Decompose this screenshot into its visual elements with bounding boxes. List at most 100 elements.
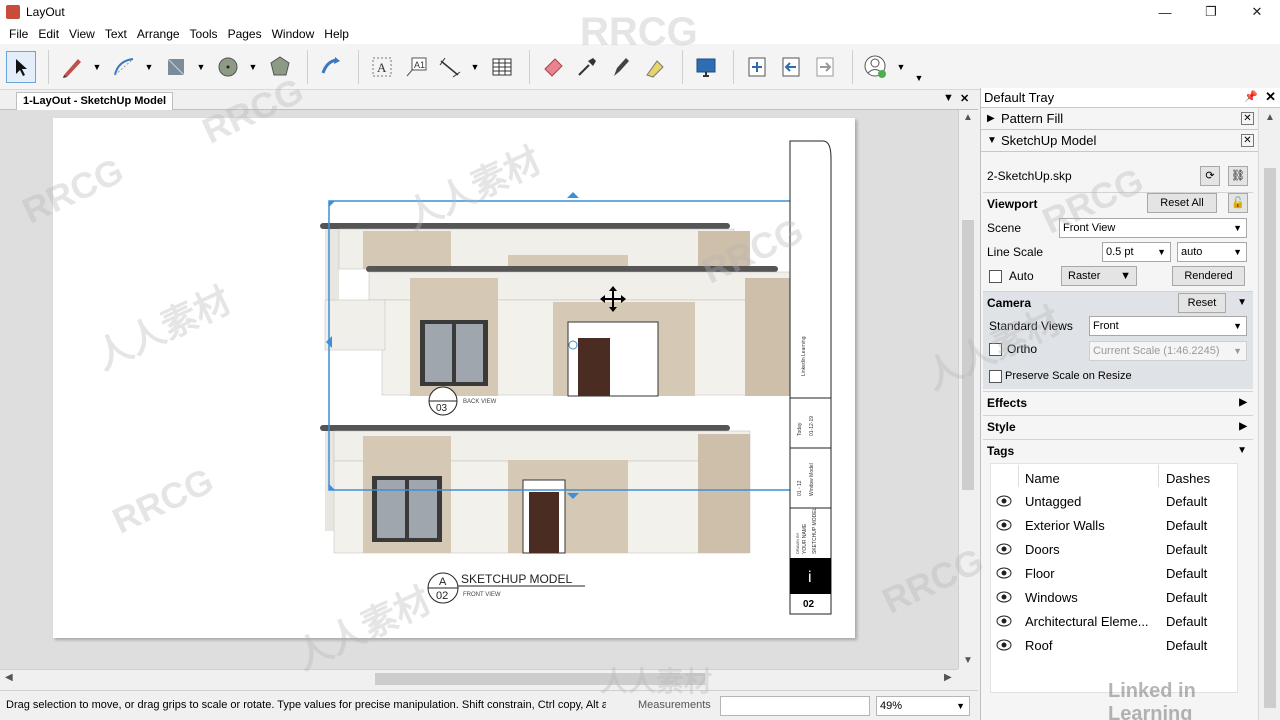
tags-dashes-column-header[interactable]: Dashes [1166,471,1210,486]
document-tab[interactable]: 1-LayOut - SketchUp Model [16,92,174,110]
circle-tool-dropdown[interactable]: ▼ [247,51,259,83]
lock-viewport-button[interactable]: 🔓 [1228,193,1248,213]
scroll-down-icon[interactable]: ▼ [963,655,973,666]
arc-tool-button[interactable] [109,51,139,83]
close-panel-icon[interactable]: ✕ [1241,134,1254,147]
tag-dashes[interactable]: Default [1166,590,1207,605]
ortho-checkbox[interactable] [989,343,1002,356]
render-mode-select[interactable]: Raster ▼ [1061,266,1137,286]
tag-row[interactable]: Architectural Eleme... Default [990,610,1240,634]
menu-window[interactable]: Window [267,27,320,41]
scroll-right-icon[interactable]: ▶ [944,672,952,683]
eye-icon[interactable] [996,567,1012,579]
rectangle-tool-dropdown[interactable]: ▼ [195,51,207,83]
table-tool-button[interactable] [487,51,517,83]
horizontal-scroll-thumb[interactable] [375,673,705,685]
add-page-button[interactable] [742,51,772,83]
menu-arrange[interactable]: Arrange [132,27,185,41]
account-button[interactable] [861,51,891,83]
rectangle-tool-button[interactable] [161,51,191,83]
offset-tool-button[interactable] [316,51,346,83]
tray-scroll-thumb[interactable] [1264,168,1276,708]
measurements-input[interactable] [720,696,870,716]
close-button[interactable]: ✕ [1234,0,1280,24]
close-tray-icon[interactable]: ✕ [1265,89,1276,105]
menu-tools[interactable]: Tools [185,27,223,41]
effects-section[interactable]: Effects ▶ [983,391,1253,413]
tag-dashes[interactable]: Default [1166,518,1207,533]
tag-row[interactable]: Floor Default [990,562,1240,586]
tag-dashes[interactable]: Default [1166,638,1207,653]
circle-tool-button[interactable] [213,51,243,83]
text-tool-button[interactable]: A [367,51,397,83]
vertical-scroll-thumb[interactable] [962,220,974,490]
eye-icon[interactable] [996,615,1012,627]
presentation-button[interactable] [691,51,721,83]
arc-tool-dropdown[interactable]: ▼ [143,51,155,83]
tag-dashes[interactable]: Default [1166,614,1207,629]
previous-page-button[interactable] [776,51,806,83]
dimension-tool-button[interactable] [435,51,465,83]
pin-icon[interactable]: 📌 [1244,90,1258,103]
camera-reset-button[interactable]: Reset [1178,293,1226,313]
line-tool-dropdown[interactable]: ▼ [91,51,103,83]
maximize-button[interactable]: ❐ [1188,0,1234,24]
next-page-button[interactable] [810,51,840,83]
preserve-scale-checkbox[interactable] [989,370,1002,383]
style-section[interactable]: Style ▶ [983,415,1253,437]
menu-pages[interactable]: Pages [223,27,267,41]
menu-file[interactable]: File [4,27,33,41]
dimension-tool-dropdown[interactable]: ▼ [469,51,481,83]
close-document-icon[interactable]: ✕ [960,92,969,105]
sketchup-model-panel-header[interactable]: ▼ SketchUp Model ✕ [981,130,1258,152]
paper-page[interactable]: 03 BACK VIEW A 02 SKETCHUP MODEL FRONT V… [53,118,855,638]
zoom-select[interactable]: 49% ▼ [876,696,970,716]
reset-all-button[interactable]: Reset All [1147,193,1217,213]
label-tool-button[interactable]: A1 [401,51,431,83]
style-tool-button[interactable] [572,51,602,83]
pattern-fill-panel-header[interactable]: ▶ Pattern Fill ✕ [981,108,1258,130]
toolbar-overflow-dropdown[interactable]: ▼ [913,62,925,94]
minimize-button[interactable]: — [1142,0,1188,24]
close-panel-icon[interactable]: ✕ [1241,112,1254,125]
select-tool-button[interactable] [6,50,36,83]
canvas-vertical-scrollbar[interactable]: ▲ ▼ [958,110,976,669]
standard-views-select[interactable]: Front ▼ [1089,316,1247,336]
tag-row[interactable]: Windows Default [990,586,1240,610]
tray-scrollbar[interactable]: ▲ [1258,108,1280,720]
tag-dashes[interactable]: Default [1166,494,1207,509]
tags-section[interactable]: Tags ▼ [983,439,1253,461]
polygon-tool-button[interactable] [265,51,295,83]
menu-text[interactable]: Text [100,27,132,41]
eye-icon[interactable] [996,591,1012,603]
rendered-button[interactable]: Rendered [1172,266,1245,286]
line-scale-mode-select[interactable]: auto ▼ [1177,242,1247,262]
eye-icon[interactable] [996,543,1012,555]
line-tool-button[interactable] [57,51,87,83]
scene-select[interactable]: Front View ▼ [1059,218,1247,238]
eraser-tool-button[interactable] [538,51,568,83]
split-tool-button[interactable] [640,51,670,83]
auto-render-checkbox[interactable] [989,270,1002,283]
tags-name-column-header[interactable]: Name [1025,471,1060,486]
tag-dashes[interactable]: Default [1166,566,1207,581]
tab-list-chevron-icon[interactable]: ▼ [943,92,954,104]
tag-row[interactable]: Roof Default [990,634,1240,658]
refresh-model-button[interactable]: ⟳ [1200,166,1220,186]
menu-help[interactable]: Help [319,27,354,41]
tag-row[interactable]: Untagged Default [990,490,1240,514]
tag-row[interactable]: Exterior Walls Default [990,514,1240,538]
drawing-canvas[interactable]: 03 BACK VIEW A 02 SKETCHUP MODEL FRONT V… [0,110,958,669]
relink-model-button[interactable]: ⛓ [1228,166,1248,186]
tag-row[interactable]: Doors Default [990,538,1240,562]
menu-view[interactable]: View [64,27,100,41]
pen-tool-button[interactable] [606,51,636,83]
account-dropdown[interactable]: ▼ [895,51,907,83]
eye-icon[interactable] [996,639,1012,651]
collapse-arrow-icon[interactable]: ▼ [1237,292,1247,314]
scroll-up-icon[interactable]: ▲ [1265,112,1275,123]
canvas-horizontal-scrollbar[interactable]: ◀ ▶ [0,669,958,687]
scroll-left-icon[interactable]: ◀ [5,672,13,683]
eye-icon[interactable] [996,519,1012,531]
eye-icon[interactable] [996,495,1012,507]
